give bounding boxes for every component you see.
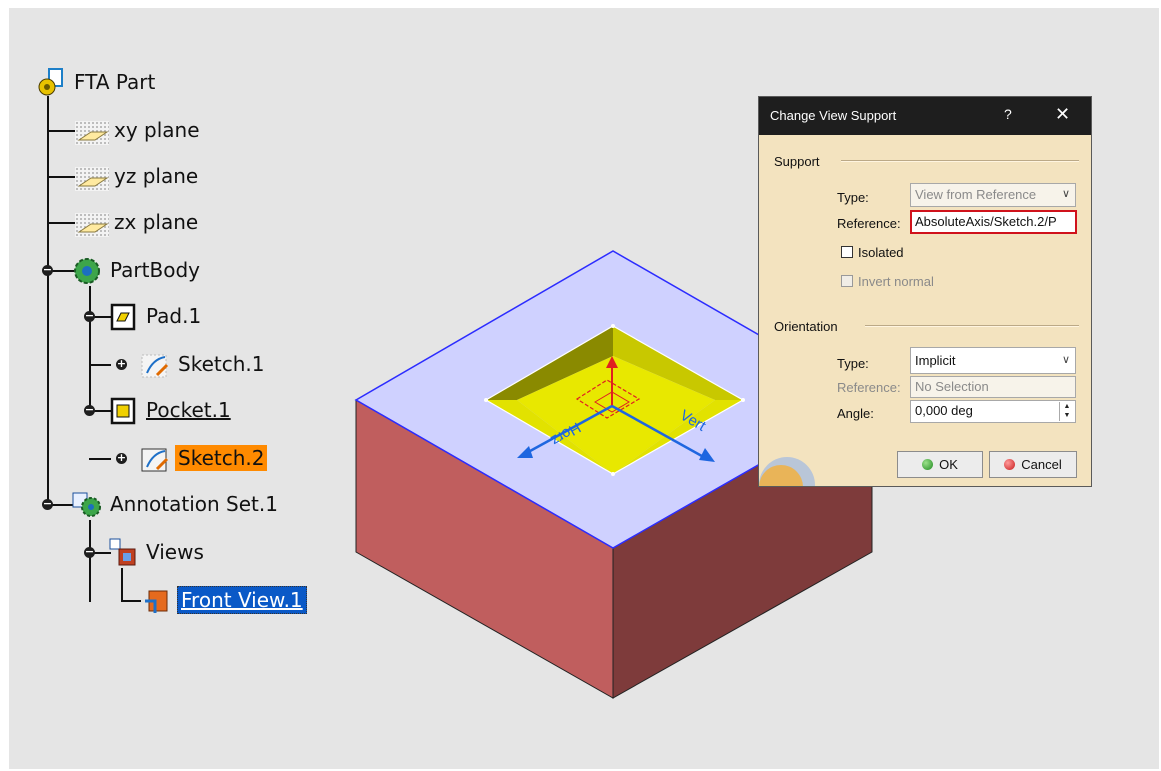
dialog-titlebar[interactable]: Change View Support ? ✕ <box>759 97 1091 135</box>
orientation-type-dropdown[interactable]: Implicit ∨ <box>910 347 1076 374</box>
support-type-dropdown[interactable]: View from Reference ∨ <box>910 183 1076 207</box>
angle-value: 0,000 deg <box>915 403 973 418</box>
change-view-support-dialog[interactable]: Change View Support ? ✕ Support Type: Vi… <box>758 96 1092 487</box>
invert-normal-checkbox[interactable] <box>841 275 853 287</box>
cancel-label: Cancel <box>1021 457 1062 472</box>
support-reference-label: Reference: <box>837 216 901 231</box>
ok-label: OK <box>939 457 958 472</box>
chevron-down-icon: ∨ <box>1061 354 1070 366</box>
orientation-type-label: Type: <box>837 356 869 371</box>
spin-down-icon[interactable]: ▼ <box>1060 411 1074 420</box>
angle-spinbox[interactable]: 0,000 deg ▲ ▼ <box>910 400 1076 423</box>
help-button[interactable]: ? <box>1004 106 1012 122</box>
spin-up-icon[interactable]: ▲ <box>1060 402 1074 411</box>
orientation-reference-label: Reference: <box>837 380 901 395</box>
invert-normal-label: Invert normal <box>858 274 934 289</box>
catia-swoosh-decoration <box>759 457 815 486</box>
isolated-checkbox[interactable] <box>841 246 853 258</box>
support-reference-field[interactable]: AbsoluteAxis/Sketch.2/P <box>910 210 1077 234</box>
support-reference-value: AbsoluteAxis/Sketch.2/P <box>915 214 1057 229</box>
dialog-title: Change View Support <box>770 108 897 123</box>
cancel-icon <box>1004 459 1016 470</box>
orientation-reference-value: No Selection <box>915 379 989 394</box>
isolated-label: Isolated <box>858 245 904 260</box>
support-group-title: Support <box>774 154 820 169</box>
spin-buttons[interactable]: ▲ ▼ <box>1059 402 1074 421</box>
orientation-type-value: Implicit <box>915 353 956 368</box>
support-type-label: Type: <box>837 190 869 205</box>
support-group-divider <box>841 160 1079 162</box>
chevron-down-icon: ∨ <box>1061 188 1070 200</box>
orientation-reference-field[interactable]: No Selection <box>910 376 1076 398</box>
ok-button[interactable]: OK <box>897 451 983 478</box>
support-type-value: View from Reference <box>915 187 1037 202</box>
orientation-group-divider <box>865 325 1079 327</box>
close-button[interactable]: ✕ <box>1055 104 1070 125</box>
cancel-button[interactable]: Cancel <box>989 451 1077 478</box>
angle-label: Angle: <box>837 406 874 421</box>
orientation-group-title: Orientation <box>774 319 838 334</box>
ok-icon <box>922 459 934 470</box>
